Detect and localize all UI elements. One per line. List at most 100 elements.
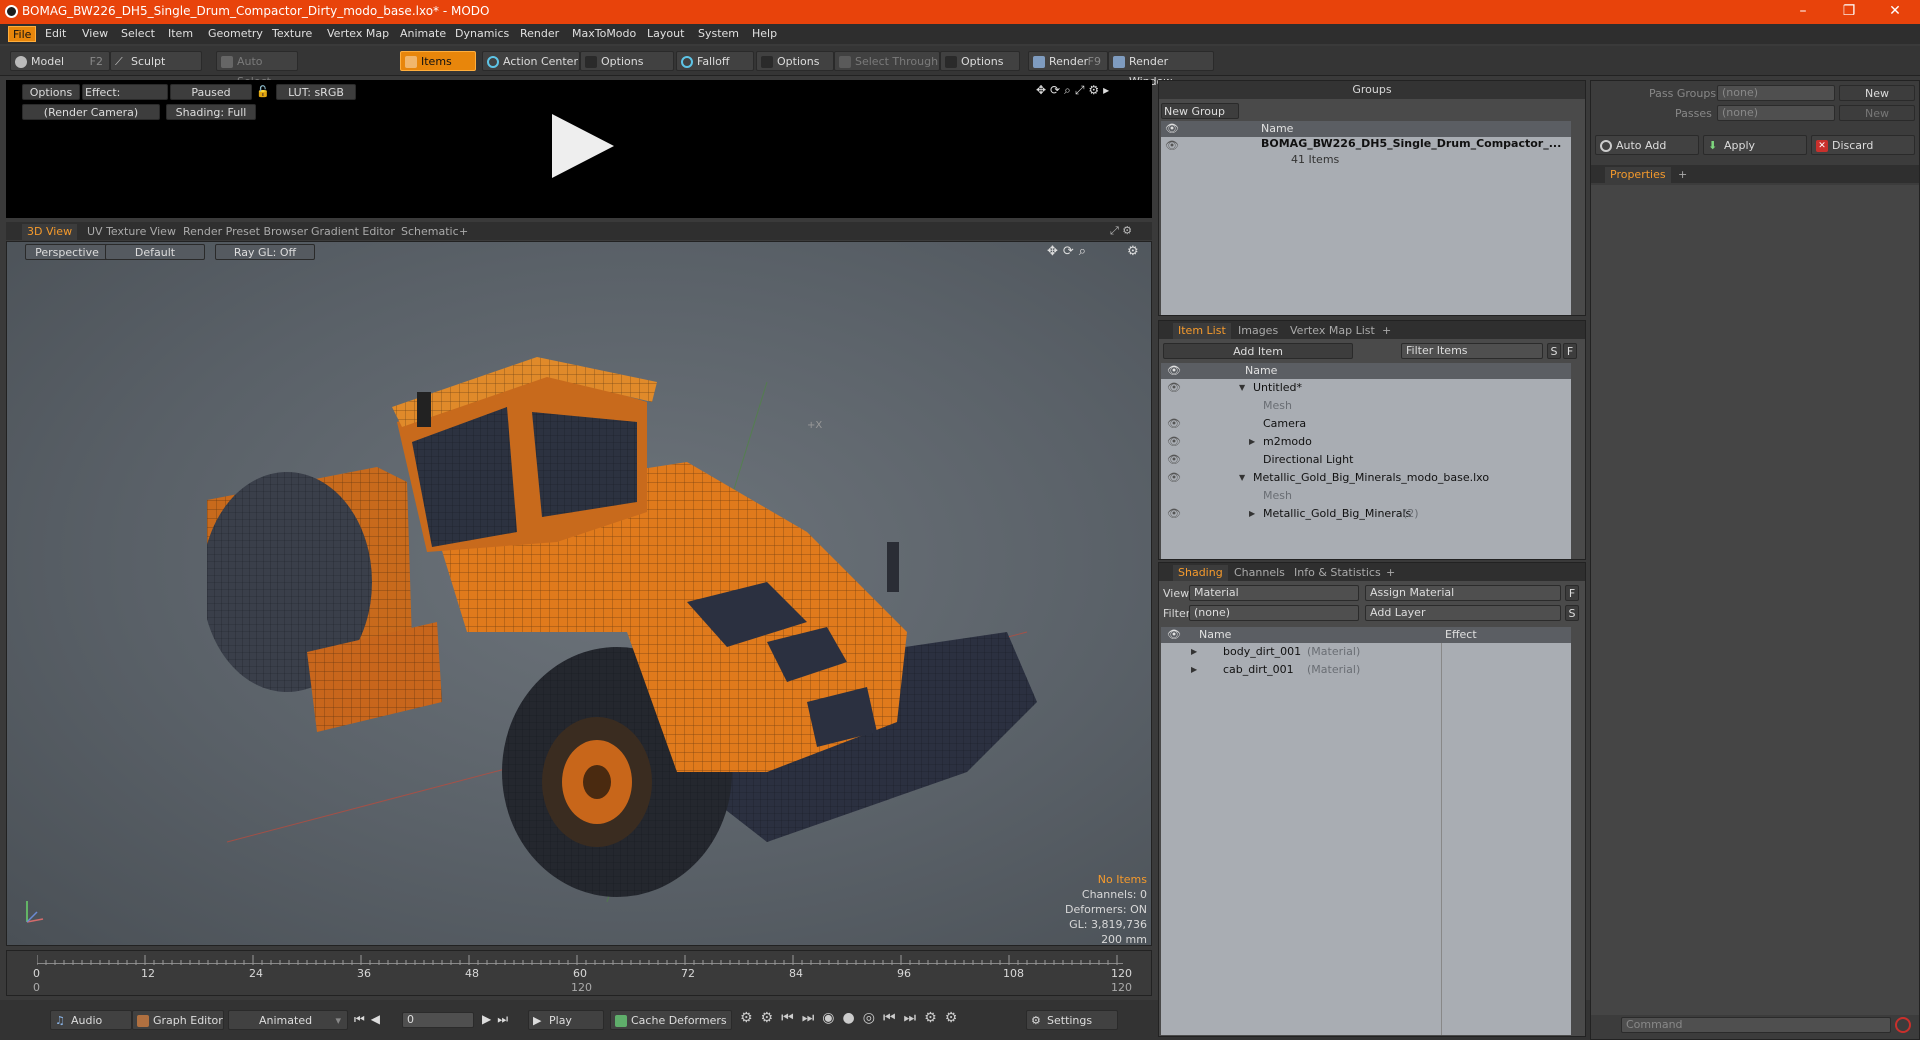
material-row[interactable]: ▶ body_dirt_001 (Material) bbox=[1161, 643, 1441, 661]
expand-arrow-icon[interactable]: ▶ bbox=[1191, 661, 1197, 679]
visibility-icon[interactable]: 👁 bbox=[1167, 433, 1181, 451]
tab-add[interactable]: + bbox=[1673, 167, 1692, 183]
graph-editor-button[interactable]: Graph Editor bbox=[132, 1010, 224, 1030]
menu-render[interactable]: Render bbox=[520, 27, 559, 40]
tab-render-preset-browser[interactable]: Render Preset Browser bbox=[178, 224, 313, 240]
render-window-button[interactable]: Render Window bbox=[1108, 51, 1214, 88]
expand-arrow-icon[interactable]: ▶ bbox=[1249, 505, 1255, 523]
play-icon[interactable] bbox=[546, 110, 618, 182]
new-group-button[interactable]: New Group bbox=[1161, 103, 1239, 119]
visibility-icon[interactable]: 👁 bbox=[1167, 505, 1181, 523]
action-center-button[interactable]: Action Center bbox=[482, 51, 580, 71]
lock-icon[interactable]: 🔓 bbox=[256, 85, 270, 98]
tab-info-statistics[interactable]: Info & Statistics bbox=[1289, 565, 1386, 581]
menu-file[interactable]: File bbox=[8, 26, 37, 42]
assign-material-dropdown[interactable]: Assign Material bbox=[1365, 585, 1561, 601]
menu-help[interactable]: Help bbox=[752, 27, 777, 40]
item-row[interactable]: 👁 ▼ Untitled* bbox=[1161, 379, 1571, 397]
stop-icon[interactable] bbox=[1895, 1017, 1911, 1033]
expand-arrow-icon[interactable]: ▶ bbox=[1249, 433, 1255, 451]
filter-dropdown[interactable]: (none) bbox=[1189, 605, 1359, 621]
key-tools-icons[interactable]: ⚙⚙⏮⏭◉●◎⏮⏭⚙⚙ bbox=[740, 1010, 965, 1026]
tab-gradient-editor[interactable]: Gradient Editor bbox=[306, 224, 400, 240]
new-pass-group-button[interactable]: New bbox=[1839, 85, 1915, 101]
action-center-options-button[interactable]: Options bbox=[580, 51, 674, 71]
tab-vertex-map-list[interactable]: Vertex Map List bbox=[1285, 323, 1380, 339]
default-dropdown[interactable]: Default bbox=[105, 244, 205, 260]
sculpt-mode-button[interactable]: ⟋ Sculpt bbox=[110, 51, 202, 71]
viewport-settings-icon[interactable]: ⚙ bbox=[1127, 244, 1139, 259]
preview-options-button[interactable]: Options bbox=[22, 84, 80, 100]
pass-groups-dropdown[interactable]: (none) bbox=[1717, 85, 1835, 101]
preview-effect-dropdown[interactable]: Effect: (Shadi… bbox=[82, 84, 168, 115]
menu-edit[interactable]: Edit bbox=[45, 27, 66, 40]
minimize-button[interactable]: – bbox=[1783, 2, 1823, 22]
discard-button[interactable]: ✕ Discard bbox=[1811, 135, 1915, 155]
tab-item-list[interactable]: Item List bbox=[1173, 323, 1231, 339]
shading-f-button[interactable]: F bbox=[1565, 585, 1579, 601]
item-row[interactable]: 👁 Directional Light bbox=[1161, 451, 1571, 469]
falloff-button[interactable]: Falloff bbox=[676, 51, 754, 71]
menu-geometry[interactable]: Geometry bbox=[208, 27, 263, 40]
tab-images[interactable]: Images bbox=[1233, 323, 1283, 339]
audio-button[interactable]: ♫ Audio bbox=[50, 1010, 132, 1030]
visibility-icon[interactable]: 👁 bbox=[1165, 137, 1179, 155]
preview-nav-icons[interactable]: ✥⟳⌕⤢⚙▸ bbox=[1036, 83, 1113, 98]
tab-channels[interactable]: Channels bbox=[1229, 565, 1290, 581]
falloff-options-button[interactable]: Options bbox=[756, 51, 834, 71]
filter-f-button[interactable]: F bbox=[1563, 343, 1577, 359]
render-camera-dropdown[interactable]: (Render Camera) bbox=[22, 104, 160, 120]
timeline[interactable]: 0 12 24 36 48 60 72 84 96 108 120 0 120 … bbox=[6, 950, 1152, 996]
auto-select-button[interactable]: Auto Select bbox=[216, 51, 298, 88]
settings-button[interactable]: ⚙ Settings bbox=[1026, 1010, 1118, 1030]
item-row[interactable]: 👁 ▶ m2modo bbox=[1161, 433, 1571, 451]
viewport-expand-icon[interactable]: ⤢ ⚙ bbox=[1110, 224, 1132, 238]
new-pass-button[interactable]: New bbox=[1839, 105, 1915, 121]
apply-button[interactable]: ⬇ Apply bbox=[1703, 135, 1807, 155]
render-button[interactable]: Render F9 bbox=[1028, 51, 1108, 71]
group-row[interactable]: 👁 BOMAG_BW226_DH5_Single_Drum_Compactor_… bbox=[1161, 137, 1571, 173]
cache-deformers-button[interactable]: Cache Deformers bbox=[610, 1010, 732, 1030]
play-button[interactable]: ▶ Play bbox=[528, 1010, 604, 1030]
perspective-dropdown[interactable]: Perspective bbox=[25, 244, 109, 260]
menu-vertex-map[interactable]: Vertex Map bbox=[327, 27, 389, 40]
menu-system[interactable]: System bbox=[698, 27, 739, 40]
expand-arrow-icon[interactable]: ▼ bbox=[1239, 469, 1245, 487]
visibility-icon[interactable]: 👁 bbox=[1167, 415, 1181, 433]
3d-viewport[interactable]: Perspective Default Ray GL: Off ✥⟳⌕ ⚙ +X… bbox=[6, 241, 1152, 946]
item-row[interactable]: 👁 ▶ Metallic_Gold_Big_Minerals (2) bbox=[1161, 505, 1571, 523]
command-input[interactable]: Command bbox=[1621, 1017, 1891, 1033]
menu-view[interactable]: View bbox=[82, 27, 108, 40]
shading-dropdown[interactable]: Shading: Full bbox=[166, 104, 256, 120]
expand-arrow-icon[interactable]: ▶ bbox=[1191, 643, 1197, 661]
item-row[interactable]: Mesh bbox=[1161, 397, 1571, 415]
menu-texture[interactable]: Texture bbox=[272, 27, 312, 40]
transport-forward-icons[interactable]: ▶⏭ bbox=[482, 1012, 514, 1027]
menu-dynamics[interactable]: Dynamics bbox=[455, 27, 509, 40]
animated-dropdown[interactable]: Animated ▾ bbox=[228, 1010, 348, 1030]
tab-add[interactable]: + bbox=[454, 224, 473, 240]
tab-uv-texture-view[interactable]: UV Texture View bbox=[82, 224, 181, 240]
preview-paused-button[interactable]: Paused bbox=[170, 84, 252, 100]
select-through-button[interactable]: Select Through bbox=[834, 51, 940, 71]
add-layer-dropdown[interactable]: Add Layer bbox=[1365, 605, 1561, 621]
visibility-icon[interactable]: 👁 bbox=[1167, 451, 1181, 469]
shading-s-button[interactable]: S bbox=[1565, 605, 1579, 621]
viewport-nav-icons[interactable]: ✥⟳⌕ bbox=[1047, 244, 1091, 259]
material-row[interactable]: ▶ cab_dirt_001 (Material) bbox=[1161, 661, 1441, 679]
frame-input[interactable]: 0 bbox=[402, 1012, 474, 1028]
menu-select[interactable]: Select bbox=[121, 27, 155, 40]
add-item-dropdown[interactable]: Add Item bbox=[1163, 343, 1353, 359]
view-dropdown[interactable]: Material bbox=[1189, 585, 1359, 601]
menu-maxtomodo[interactable]: MaxToModo bbox=[572, 27, 636, 40]
close-button[interactable]: ✕ bbox=[1875, 2, 1915, 22]
item-row[interactable]: Mesh bbox=[1161, 487, 1571, 505]
menu-layout[interactable]: Layout bbox=[647, 27, 684, 40]
tab-properties[interactable]: Properties bbox=[1605, 167, 1671, 183]
filter-s-button[interactable]: S bbox=[1547, 343, 1561, 359]
item-row[interactable]: 👁 ▼ Metallic_Gold_Big_Minerals_modo_base.l… bbox=[1161, 469, 1571, 487]
lut-dropdown[interactable]: LUT: sRGB bbox=[276, 84, 356, 100]
visibility-icon[interactable]: 👁 bbox=[1167, 379, 1181, 397]
visibility-icon[interactable]: 👁 bbox=[1167, 469, 1181, 487]
menu-animate[interactable]: Animate bbox=[400, 27, 446, 40]
